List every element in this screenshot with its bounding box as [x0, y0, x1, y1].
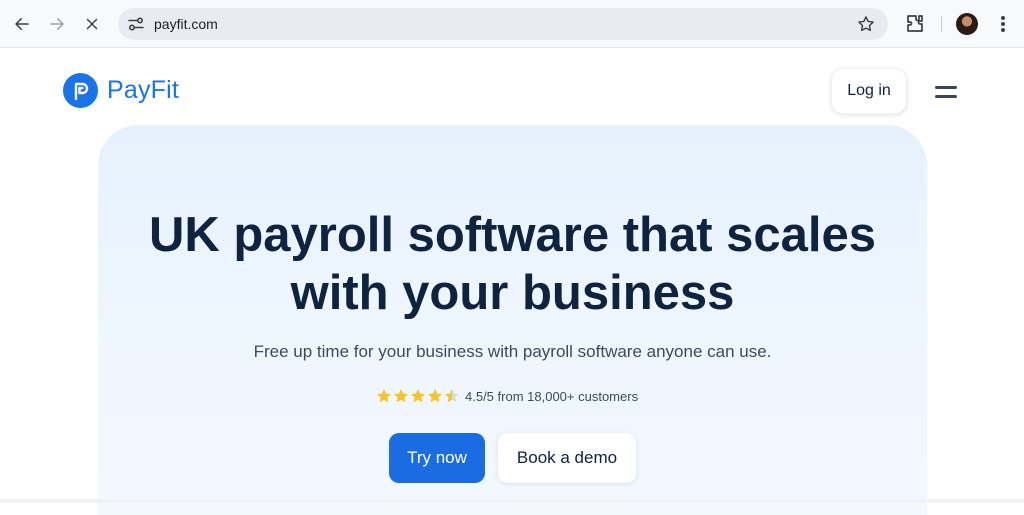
rating-star-icon	[428, 389, 442, 403]
rating-star-icon	[411, 389, 425, 403]
rating-star-icon	[394, 389, 408, 403]
logo-text: PayFit	[107, 76, 180, 104]
bookmark-star-icon[interactable]	[856, 14, 876, 34]
site-settings-button[interactable]	[126, 14, 146, 34]
login-button[interactable]: Log in	[831, 68, 907, 114]
site-settings-icon	[128, 17, 144, 31]
payfit-logo[interactable]: PayFit	[63, 73, 179, 108]
rating-stars	[376, 388, 461, 404]
try-now-button[interactable]: Try now	[389, 433, 485, 483]
rating-star-icon	[377, 389, 391, 403]
hero-title-line-2: with your business	[290, 266, 735, 320]
stop-loading-button[interactable]	[77, 9, 107, 39]
hero-title-line-1: UK payroll software that scales	[148, 208, 877, 262]
profile-avatar[interactable]	[956, 13, 978, 35]
customer-rating: 4.5/5 from 18,000+ customers	[376, 388, 638, 404]
forward-button[interactable]	[42, 9, 72, 39]
window-bottom-edge	[0, 499, 1024, 503]
back-button[interactable]	[7, 9, 37, 39]
stop-loading-icon	[86, 18, 98, 30]
toolbar-divider	[941, 16, 942, 32]
book-demo-button[interactable]: Book a demo	[498, 433, 636, 483]
hero-title: UK payroll software that scales with you…	[98, 206, 927, 322]
hamburger-menu-icon[interactable]	[935, 86, 957, 98]
browser-toolbar: payfit.com	[0, 0, 1024, 48]
url-text[interactable]: payfit.com	[154, 16, 218, 32]
back-arrow-icon	[15, 18, 29, 30]
extensions-icon[interactable]	[903, 12, 927, 36]
rating-star-icon	[445, 389, 459, 403]
forward-arrow-icon	[50, 18, 64, 30]
hero-subtitle: Free up time for your business with payr…	[253, 342, 772, 361]
address-bar[interactable]: payfit.com	[118, 8, 888, 40]
more-menu-icon[interactable]	[996, 14, 1010, 34]
rating-text: 4.5/5 from 18,000+ customers	[465, 388, 639, 404]
payfit-logo-icon	[63, 73, 98, 108]
